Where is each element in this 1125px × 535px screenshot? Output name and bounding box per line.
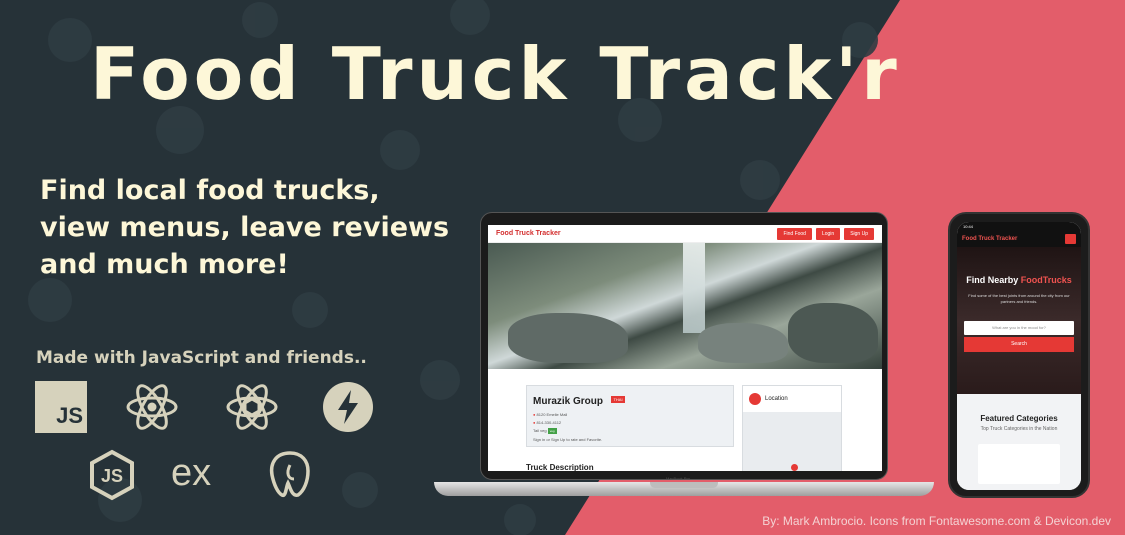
phone-status-bar: 10:44 <box>957 222 1081 231</box>
app-title: Food Truck Track'r <box>90 32 901 116</box>
map-marker-icon[interactable] <box>791 464 798 471</box>
truck-description-heading: Truck Description <box>526 463 594 471</box>
truck-tags: Tail veg veg <box>533 428 727 434</box>
truck-detail-card: Murazik Group THAI ● 8120 Emelie Mall ● … <box>526 385 734 447</box>
tag-badge: veg <box>547 428 557 434</box>
postgresql-icon <box>269 451 310 497</box>
truck-phone-text: 814-330-4112 <box>536 420 562 425</box>
featured-subtitle: Top Truck Categories in the Nation <box>980 426 1058 432</box>
nodejs-icon: JS <box>90 449 134 501</box>
rock-shape <box>508 313 628 363</box>
bolt-icon <box>323 382 373 432</box>
signin-note[interactable]: Sign in or Sign Up to rate and Favorite. <box>533 437 727 442</box>
featured-categories-section: Featured Categories Top Truck Categories… <box>957 394 1081 490</box>
phone-mockup: 10:44 Food Truck Tracker Find Nearby Foo… <box>948 212 1090 498</box>
phone-screen: 10:44 Food Truck Tracker Find Nearby Foo… <box>957 222 1081 490</box>
phone-time: 10:44 <box>963 224 974 229</box>
phone-brand[interactable]: Food Truck Tracker <box>962 236 1065 242</box>
phone-navbar: Food Truck Tracker <box>957 231 1081 247</box>
javascript-icon: JS <box>35 381 87 433</box>
laptop-navbar: Food Truck Tracker Find Food Login Sign … <box>488 225 882 243</box>
find-food-button[interactable]: Find Food <box>777 227 812 240</box>
login-button[interactable]: Login <box>815 227 841 240</box>
javascript-icon-label: JS <box>56 403 83 428</box>
laptop-hero-image <box>488 243 882 369</box>
phone-search-button[interactable]: Search <box>964 337 1074 352</box>
laptop-mockup: Food Truck Tracker Find Food Login Sign … <box>480 212 888 480</box>
phone-hero-subtitle: Find some of the best joints from around… <box>968 293 1070 304</box>
react-icon <box>126 384 178 430</box>
map-pin-icon: ● <box>533 412 536 417</box>
phone-hero-title: Find Nearby FoodTrucks <box>957 275 1081 285</box>
location-card: Location <box>742 385 842 471</box>
truck-phone: ● 814-330-4112 <box>533 420 727 425</box>
elixir-icon: ex <box>171 452 212 494</box>
truck-tags-label: Tail veg <box>533 428 547 433</box>
featured-title: Featured Categories <box>980 414 1058 423</box>
truck-address-text: 8120 Emelie Mall <box>536 412 568 417</box>
phone-hero: Find Nearby FoodTrucks Find some of the … <box>957 247 1081 394</box>
waterfall-shape <box>683 243 705 333</box>
truck-icon <box>749 393 761 405</box>
location-label: Location <box>765 396 788 402</box>
made-with-label: Made with JavaScript and friends.. <box>36 348 367 368</box>
rock-shape <box>788 303 878 363</box>
tagline-line: view menus, leave reviews <box>40 212 450 243</box>
phone-search-input[interactable]: What are you in the mood for? <box>964 321 1074 335</box>
location-header: Location <box>743 386 841 412</box>
laptop-screen: Food Truck Tracker Find Food Login Sign … <box>488 225 882 471</box>
cuisine-badge: THAI <box>611 396 625 404</box>
react-router-icon <box>226 384 278 430</box>
tagline-line: Find local food trucks, <box>40 175 380 206</box>
signup-button[interactable]: Sign Up <box>844 227 874 240</box>
tagline-line: and much more! <box>40 249 289 280</box>
rock-shape <box>698 323 788 363</box>
hero-title-accent: FoodTrucks <box>1020 275 1072 285</box>
credit-text: By: Mark Ambrocio. Icons from Fontawesom… <box>762 514 1111 528</box>
truck-name: Murazik Group <box>533 396 604 407</box>
laptop-brand[interactable]: Food Truck Tracker <box>496 230 773 237</box>
category-card[interactable] <box>978 444 1060 484</box>
phone-icon: ● <box>533 420 536 425</box>
hero-title-plain: Find Nearby <box>966 275 1019 285</box>
hamburger-menu-icon[interactable] <box>1065 234 1076 244</box>
tagline: Find local food trucks, view menus, leav… <box>40 172 460 283</box>
svg-text:JS: JS <box>101 466 123 486</box>
laptop-notch <box>650 482 718 488</box>
laptop-model-label: MacBook Pro <box>666 476 691 481</box>
truck-address: ● 8120 Emelie Mall <box>533 412 727 417</box>
